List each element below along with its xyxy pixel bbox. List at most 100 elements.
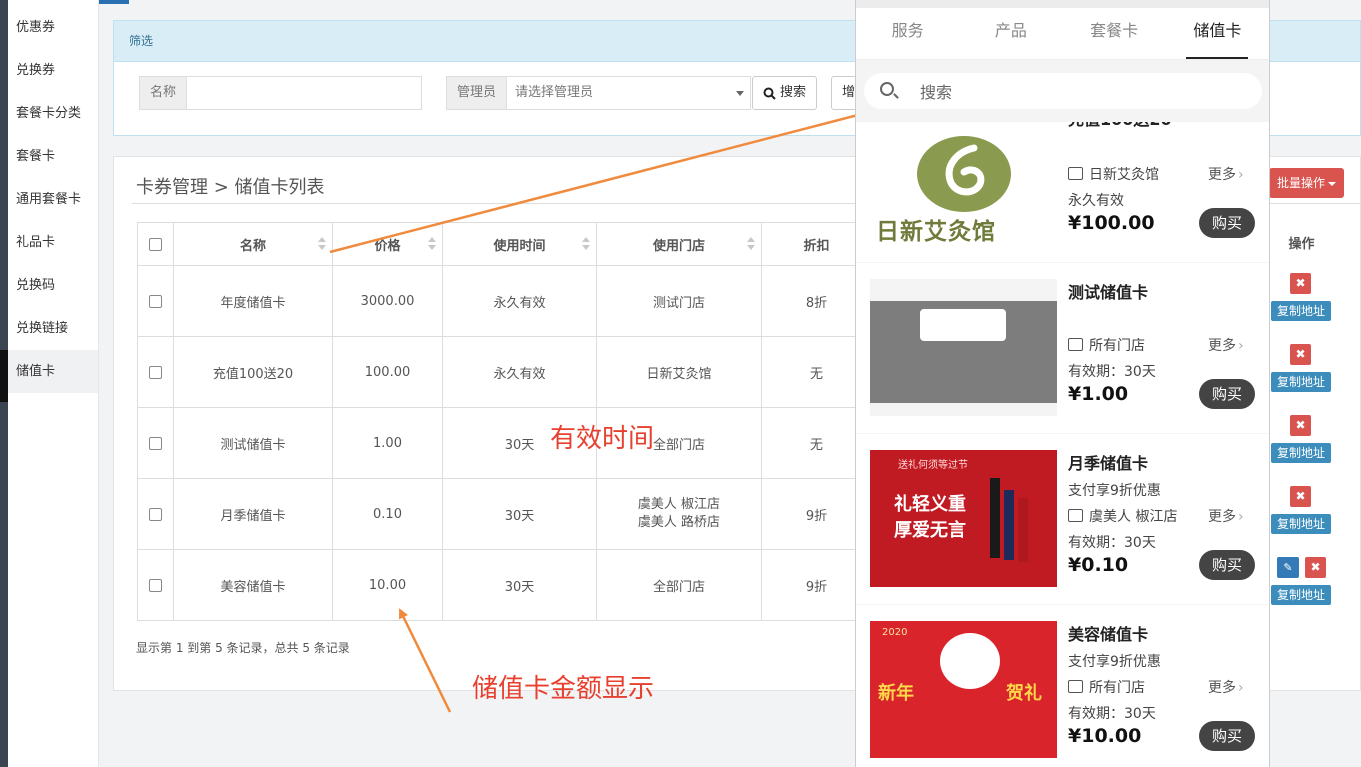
more-link[interactable]: 更多 ›	[1208, 164, 1244, 184]
card-price: ¥10.00	[1068, 725, 1142, 747]
table-header-row: 名称 价格 使用时间 使用门店 折扣	[137, 222, 872, 266]
more-link[interactable]: 更多 ›	[1208, 677, 1244, 697]
name-label: 名称	[139, 76, 187, 110]
image-bottombar	[870, 403, 1057, 416]
pagination-info: 显示第 1 到第 5 条记录，总共 5 条记录	[136, 641, 350, 655]
active-marker	[0, 350, 8, 402]
copy-address-button[interactable]: 复制地址	[1271, 301, 1331, 321]
lipstick-image	[990, 478, 1000, 558]
search-button[interactable]: 搜索	[752, 76, 818, 110]
top-nav-indicator	[99, 0, 129, 4]
cell-store: 全部门店	[596, 549, 762, 621]
row-checkbox-cell	[137, 549, 174, 621]
card-name: 测试储值卡	[1068, 283, 1149, 302]
sidebar-item-gift-card[interactable]: 礼品卡	[8, 221, 98, 264]
column-header-store[interactable]: 使用门店	[596, 222, 762, 266]
sidebar-item-stored-value-card[interactable]: 储值卡	[8, 350, 98, 393]
batch-operation-label: 批量操作	[1277, 176, 1326, 190]
card-store-text: 虞美人 椒江店	[1089, 509, 1178, 525]
card-validity: 有效期：30天	[1068, 364, 1156, 380]
sidebar-item-package-card[interactable]: 套餐卡	[8, 135, 98, 178]
poster-line2: 厚爱无言	[894, 520, 966, 541]
chevron-right-icon: ›	[1238, 509, 1244, 525]
card-image-screenshot	[870, 279, 1057, 416]
select-all-checkbox[interactable]	[149, 237, 162, 251]
card-price: ¥100.00	[1068, 212, 1155, 234]
batch-operation-button[interactable]: 批量操作	[1269, 168, 1345, 198]
annotation-validity: 有效时间	[550, 424, 655, 454]
breadcrumb: 卡券管理 > 储值卡列表	[136, 177, 325, 198]
buy-button[interactable]: 购买	[1199, 208, 1255, 238]
phone-card-3[interactable]: 送礼何须等过节 礼轻义重 厚爱无言 月季储值卡 支付享9折优惠 虞美人 椒江店 …	[856, 434, 1269, 604]
chevron-right-icon: ›	[1238, 680, 1244, 696]
row-checkbox[interactable]	[149, 578, 162, 592]
poster-year: 2020	[882, 627, 908, 638]
logo-text: 日新艾灸馆	[876, 219, 996, 245]
copy-address-button[interactable]: 复制地址	[1271, 514, 1331, 534]
column-header-price[interactable]: 价格	[332, 222, 443, 266]
more-link[interactable]: 更多 ›	[1208, 335, 1244, 355]
cell-time: 30天	[442, 478, 597, 550]
buy-button[interactable]: 购买	[1199, 721, 1255, 751]
card-store: 日新艾灸馆	[1068, 164, 1159, 184]
column-header-time[interactable]: 使用时间	[442, 222, 597, 266]
row-checkbox[interactable]	[149, 294, 162, 308]
manager-filter-group: 管理员 请选择管理员	[446, 76, 752, 110]
copy-address-button[interactable]: 复制地址	[1271, 585, 1331, 605]
row-checkbox-cell	[137, 407, 174, 479]
tab-service[interactable]: 服务	[856, 8, 959, 59]
store-line: 虞美人 椒江店	[637, 497, 721, 512]
phone-card-4[interactable]: 2020 新年 贺礼 美容储值卡 支付享9折优惠 所有门店 更多 › 有效期：30…	[856, 605, 1269, 767]
tab-package-card[interactable]: 套餐卡	[1063, 8, 1166, 59]
tab-stored-value-card[interactable]: 储值卡	[1166, 8, 1269, 59]
card-validity: 有效期：30天	[1068, 535, 1156, 551]
buy-button[interactable]: 购买	[1199, 379, 1255, 409]
buy-button[interactable]: 购买	[1199, 550, 1255, 580]
more-link-label: 更多	[1208, 338, 1236, 354]
sidebar-item-package-category[interactable]: 套餐卡分类	[8, 92, 98, 135]
phone-tab-bar: 服务 产品 套餐卡 储值卡	[856, 8, 1269, 60]
phone-card-2[interactable]: 测试储值卡 所有门店 更多 › 有效期：30天 ¥1.00 购买	[856, 263, 1269, 433]
delete-icon[interactable]: ✖	[1305, 557, 1326, 578]
more-link[interactable]: 更多 ›	[1208, 506, 1244, 526]
column-header-name[interactable]: 名称	[173, 222, 333, 266]
cell-name: 充值100送20	[173, 336, 333, 408]
sidebar-item-voucher[interactable]: 兑换券	[8, 49, 98, 92]
mouse-illustration	[940, 633, 1000, 689]
more-link-label: 更多	[1208, 167, 1236, 183]
delete-icon[interactable]: ✖	[1290, 486, 1311, 507]
sidebar-item-redeem-code[interactable]: 兑换码	[8, 264, 98, 307]
sidebar-item-redeem-link[interactable]: 兑换链接	[8, 307, 98, 350]
search-button-label: 搜索	[780, 85, 807, 100]
sidebar-item-coupon[interactable]: 优惠券	[8, 6, 98, 49]
copy-address-button[interactable]: 复制地址	[1271, 372, 1331, 392]
store-line: 虞美人 路桥店	[637, 515, 721, 530]
manager-label: 管理员	[446, 76, 507, 110]
phone-search-input[interactable]: 搜索	[864, 73, 1262, 109]
cell-price: 1.00	[332, 407, 443, 479]
tab-product[interactable]: 产品	[959, 8, 1062, 59]
cell-name: 美容储值卡	[173, 549, 333, 621]
manager-select[interactable]: 请选择管理员	[506, 76, 752, 110]
row-checkbox[interactable]	[149, 507, 162, 521]
card-validity: 有效期：30天	[1068, 706, 1156, 722]
name-input[interactable]	[186, 76, 423, 110]
phone-search-area: 搜索	[856, 60, 1269, 122]
edit-icon[interactable]: ✎	[1277, 557, 1299, 578]
card-discount-info: 支付享9折优惠	[1068, 483, 1161, 499]
copy-address-button[interactable]: 复制地址	[1271, 443, 1331, 463]
cell-price: 10.00	[332, 549, 443, 621]
row-checkbox[interactable]	[149, 365, 162, 379]
stored-value-card-table: 名称 价格 使用时间 使用门店 折扣 年度储值卡 3000.00 永久有效 测试门店 8…	[137, 222, 872, 621]
chevron-right-icon: ›	[1238, 167, 1244, 183]
caret-down-icon	[1328, 181, 1337, 186]
table-row: 美容储值卡 10.00 30天 全部门店 9折	[137, 549, 872, 621]
sidebar-item-general-package[interactable]: 通用套餐卡	[8, 178, 98, 221]
delete-icon[interactable]: ✖	[1290, 344, 1311, 365]
row-checkbox[interactable]	[149, 436, 162, 450]
delete-icon[interactable]: ✖	[1290, 415, 1311, 436]
card-store-text: 所有门店	[1089, 338, 1145, 354]
delete-icon[interactable]: ✖	[1290, 273, 1311, 294]
sort-icon	[428, 237, 436, 251]
mobile-preview: 服务 产品 套餐卡 储值卡 日新艾灸馆 充值100送20 日新艾灸馆 更多› 永…	[855, 0, 1270, 767]
